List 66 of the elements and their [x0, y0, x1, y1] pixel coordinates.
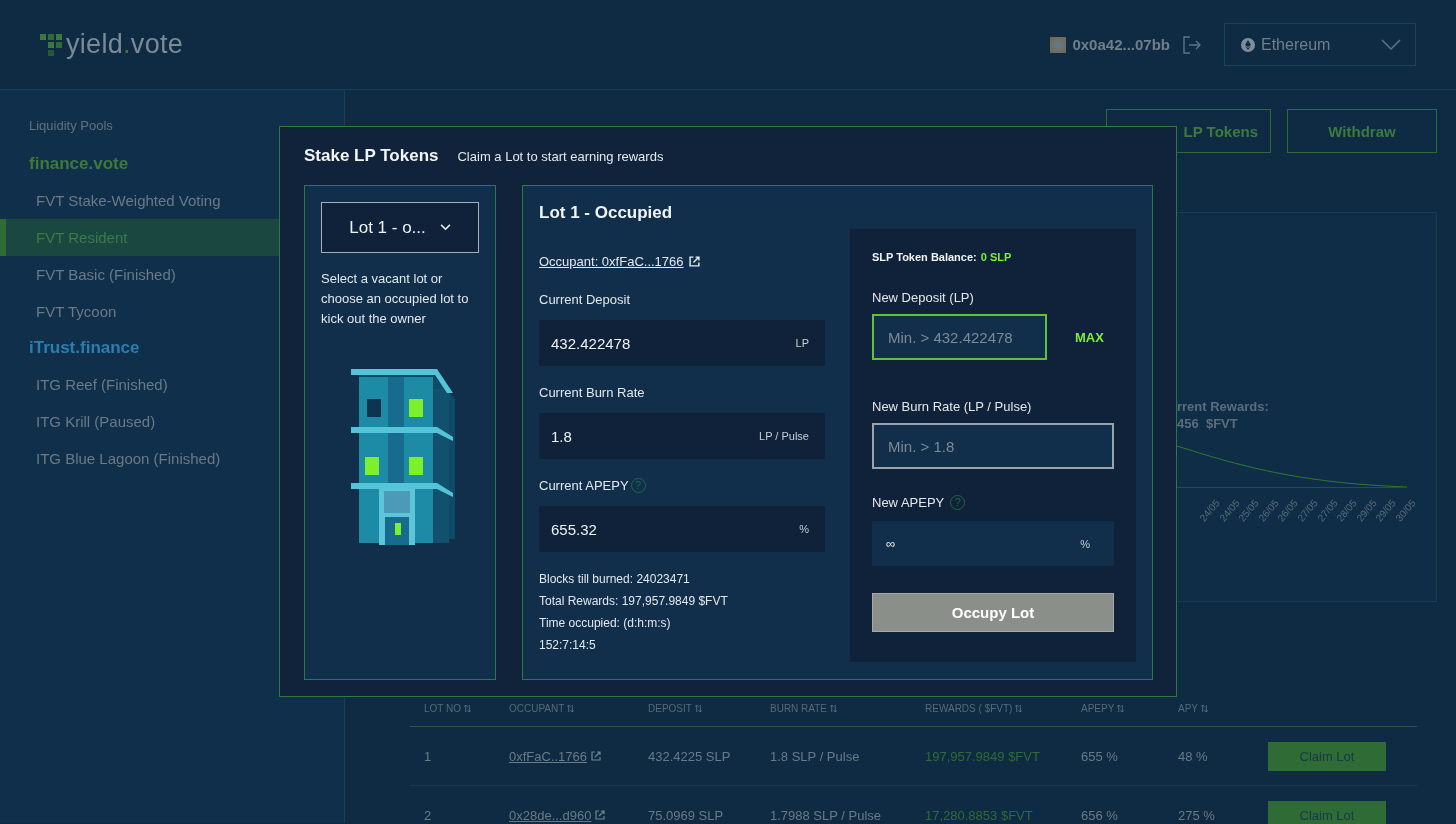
balance-value: 0 SLP: [980, 251, 1012, 263]
table-cell-text: 1.8 SLP / Pulse: [770, 748, 861, 764]
sort-icon[interactable]: [567, 705, 575, 712]
max-button[interactable]: MAX: [1073, 329, 1106, 345]
lot-info-line: Total Rewards: 197,957.9849 $FVT: [539, 593, 729, 610]
column-header[interactable]: REWARDS ( $FVT): [925, 703, 1081, 714]
table-cell-text: 275 %: [1178, 807, 1216, 823]
apepy-field: ∞ %: [872, 521, 1114, 566]
network-select[interactable]: Ethereum: [1224, 23, 1416, 66]
value-field: 1.8 LP / Pulse: [539, 413, 825, 459]
table-cell-text: 17,280.8853 $FVT: [925, 807, 1034, 823]
column-header[interactable]: BURN RATE: [770, 703, 925, 714]
occupant-link[interactable]: 0xfFaC..1766: [509, 748, 588, 764]
sort-icon[interactable]: [1015, 705, 1023, 712]
table-cell-text: 656 %: [1081, 807, 1119, 823]
column-header[interactable]: OCCUPANT: [509, 703, 648, 714]
column-header[interactable]: DEPOSIT: [648, 703, 770, 714]
table-cell-text: 197,957.9849 $FVT: [925, 748, 1041, 764]
lot-info-line: 152:7:14:5: [539, 637, 597, 654]
network-icon: [1241, 37, 1255, 52]
table-cell-text: 655 %: [1081, 748, 1119, 764]
value-field: 432.422478 LP: [539, 320, 825, 366]
table-cell-text: 1: [424, 748, 433, 764]
input-field[interactable]: Min. > 432.422478: [872, 314, 1047, 360]
lot-info-line: Time occupied: (d:h:m:s): [539, 615, 672, 632]
sort-icon[interactable]: [694, 705, 702, 712]
occupy-lot-button[interactable]: Occupy Lot: [872, 593, 1114, 632]
table-cell-text: 432.4225 SLP: [648, 748, 732, 764]
wallet-address: 0x0a42...07bb: [1072, 36, 1170, 53]
dialog-subtitle: Claim a Lot to start earning rewards: [457, 148, 664, 164]
sort-icon[interactable]: [1117, 705, 1125, 712]
field-label: New Deposit (LP): [872, 289, 974, 305]
pool-group-title: finance.vote: [29, 153, 129, 175]
sort-icon[interactable]: [1201, 705, 1208, 712]
rewards-value: 456 $FVT: [1177, 416, 1238, 431]
column-header[interactable]: APEPY: [1081, 703, 1178, 714]
pool-group-title: iTrust.finance: [29, 337, 140, 359]
table-cell-text: 48 %: [1178, 748, 1209, 764]
lot-heading: Lot 1 - Occupied: [539, 203, 674, 224]
field-label: Current Deposit: [539, 291, 631, 307]
sort-icon[interactable]: [464, 705, 472, 712]
table-cell-text: 75.0969 SLP: [648, 807, 725, 823]
field-label: Current APEPY: [539, 477, 629, 493]
logout-icon[interactable]: [1182, 34, 1202, 55]
dialog-title: Stake LP Tokens: [304, 146, 439, 166]
field-label: Current Burn Rate: [539, 384, 645, 400]
lot-hint: Select a vacant lot or choose an occupied lot to kick out the owner: [321, 270, 470, 328]
value-field: 655.32 %: [539, 506, 825, 552]
withdraw-button[interactable]: Withdraw: [1287, 109, 1437, 153]
lot-info-line: Blocks till burned: 24023471: [539, 571, 691, 588]
table-cell-text: 2: [424, 807, 433, 823]
balance-label: SLP Token Balance:: [872, 251, 977, 263]
field-label: New APEPY: [872, 494, 945, 510]
column-header[interactable]: APY: [1178, 703, 1268, 714]
input-field[interactable]: Min. > 1.8: [872, 423, 1114, 469]
occupant-link[interactable]: Occupant: 0xfFaC...1766: [539, 253, 684, 269]
lot-select[interactable]: Lot 1 - o...: [321, 202, 479, 253]
sort-icon[interactable]: [830, 705, 838, 712]
wallet-avatar-icon: [1050, 36, 1067, 53]
column-header[interactable]: LOT NO: [424, 703, 509, 714]
rewards-label: rrent Rewards:: [1177, 399, 1269, 414]
sidebar-heading: Liquidity Pools: [28, 118, 114, 135]
field-label: New Burn Rate (LP / Pulse): [872, 398, 1032, 414]
logo: yield.vote: [40, 29, 184, 60]
table-cell-text: 1.7988 SLP / Pulse: [770, 807, 883, 823]
occupant-link[interactable]: 0x28de...d960: [509, 807, 592, 823]
